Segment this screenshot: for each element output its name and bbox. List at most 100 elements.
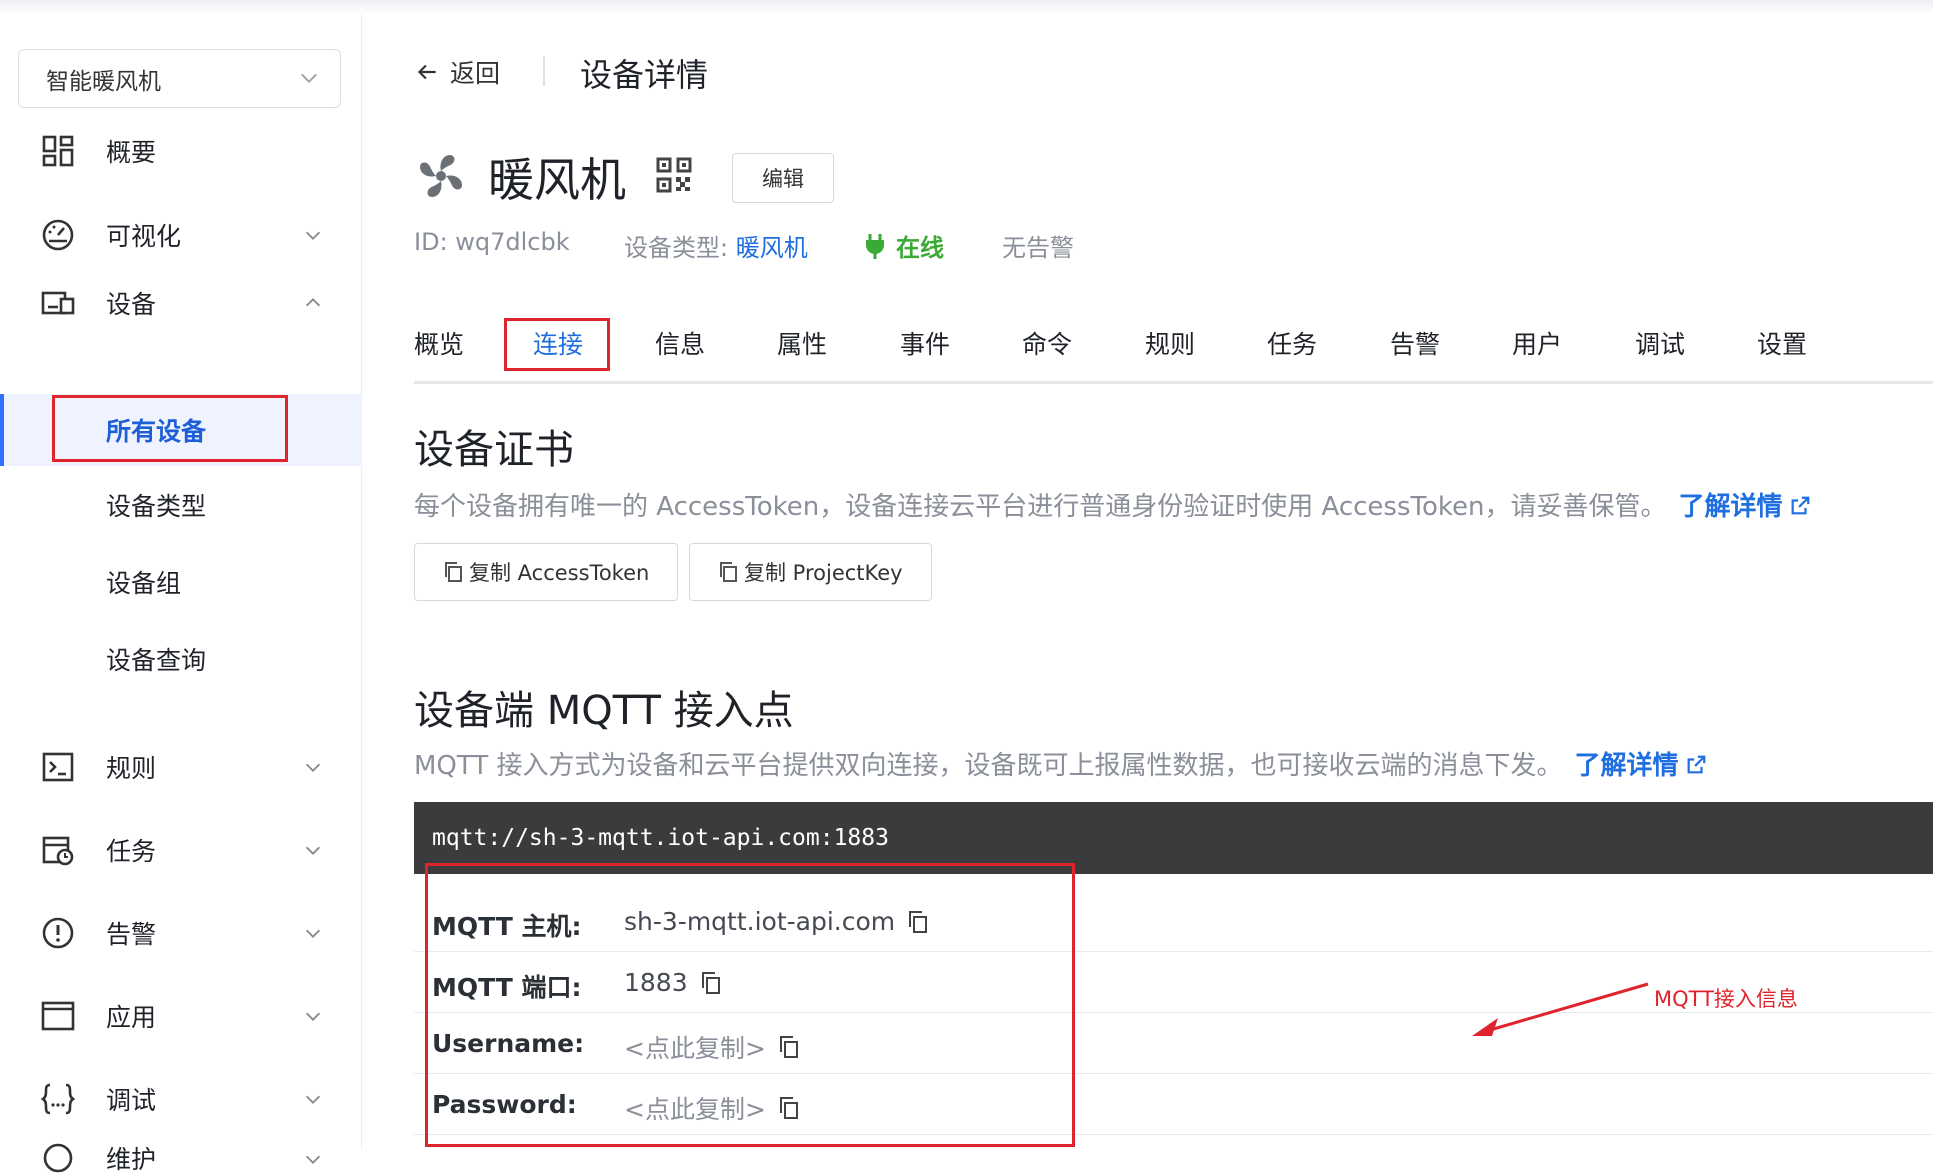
device-type: 设备类型: 暖风机 <box>624 228 808 263</box>
plug-icon <box>866 233 884 259</box>
alert-circle-icon <box>42 917 74 949</box>
chevron-down-icon <box>305 231 321 240</box>
tab-commands[interactable]: 命令 <box>1022 314 1072 384</box>
sidebar-item-rules[interactable]: 规则 <box>0 736 362 798</box>
chevron-up-icon <box>305 298 321 307</box>
highlight-box <box>52 395 288 462</box>
device-type-link[interactable]: 暖风机 <box>736 234 808 262</box>
external-link-icon <box>1687 755 1705 774</box>
chevron-down-icon <box>305 929 321 938</box>
sidebar-item-overview[interactable]: 概要 <box>0 120 362 182</box>
copy-projectkey-button[interactable]: 复制 ProjectKey <box>689 543 932 601</box>
gauge-icon <box>42 219 74 251</box>
chevron-down-icon <box>305 846 321 855</box>
sidebar-item-label: 调试 <box>106 1086 157 1115</box>
copy-icon <box>720 562 737 582</box>
certificate-desc-text: 每个设备拥有唯一的 AccessToken，设备连接云平台进行普通身份验证时使用… <box>414 492 1667 522</box>
project-select[interactable]: 智能暖风机 <box>18 49 341 108</box>
chevron-down-icon <box>301 73 317 83</box>
alarm-status: 无告警 <box>1002 234 1074 262</box>
tab-settings[interactable]: 设置 <box>1757 314 1807 384</box>
sidebar-item-visualize[interactable]: 可视化 <box>0 204 362 266</box>
status-badge: 在线 <box>864 228 944 263</box>
learn-more-link[interactable]: 了解详情 <box>1574 751 1706 781</box>
tab-alarms[interactable]: 告警 <box>1390 314 1440 384</box>
chevron-down-icon <box>305 1012 321 1021</box>
mqtt-description: MQTT 接入方式为设备和云平台提供双向连接，设备既可上报属性数据，也可接收云端… <box>414 745 1707 782</box>
back-button[interactable]: 返回 <box>414 54 500 90</box>
back-label: 返回 <box>450 59 501 88</box>
sidebar-item-label: 任务 <box>106 837 157 866</box>
tab-debug[interactable]: 调试 <box>1635 314 1685 384</box>
sidebar-subitem-label: 设备查询 <box>106 646 207 675</box>
copy-accesstoken-button[interactable]: 复制 AccessToken <box>414 543 679 601</box>
sidebar: 智能暖风机 概要 可视化 设备 所有设备 设备类型 设备组 设备查询 规则 任务 <box>0 14 362 1174</box>
tab-rules[interactable]: 规则 <box>1145 314 1195 384</box>
edit-button[interactable]: 编辑 <box>732 153 834 203</box>
tab-overview[interactable]: 概览 <box>414 314 464 384</box>
tab-bar: 概览 连接 信息 属性 事件 命令 规则 任务 告警 用户 调试 设置 <box>414 314 1933 384</box>
chevron-down-icon <box>305 1095 321 1104</box>
calendar-clock-icon <box>42 836 74 866</box>
device-icon <box>41 291 75 315</box>
sidebar-item-label: 告警 <box>106 920 157 949</box>
sidebar-subitem-label: 设备类型 <box>106 492 207 521</box>
sidebar-subitem-device-groups[interactable]: 设备组 <box>0 546 362 618</box>
learn-more-label: 了解详情 <box>1574 751 1679 781</box>
arrow-left-icon <box>417 64 436 80</box>
sidebar-item-maintain[interactable]: 维护 <box>0 1136 362 1176</box>
sidebar-item-label: 设备 <box>106 290 157 319</box>
sidebar-item-label: 概要 <box>106 138 157 167</box>
device-name: 暖风机 <box>488 153 626 207</box>
tab-info[interactable]: 信息 <box>655 314 705 384</box>
learn-more-label: 了解详情 <box>1678 492 1783 522</box>
tab-users[interactable]: 用户 <box>1512 314 1562 384</box>
sidebar-item-tasks[interactable]: 任务 <box>0 819 362 881</box>
sidebar-item-devices[interactable]: 设备 <box>0 272 362 334</box>
mqtt-desc-text: MQTT 接入方式为设备和云平台提供双向连接，设备既可上报属性数据，也可接收云端… <box>414 751 1563 781</box>
copy-accesstoken-label: 复制 AccessToken <box>469 561 650 585</box>
window-icon <box>41 1001 75 1031</box>
sidebar-item-label: 规则 <box>106 754 157 783</box>
header-divider <box>543 56 545 86</box>
tab-properties[interactable]: 属性 <box>777 314 827 384</box>
highlight-box <box>504 318 610 371</box>
sidebar-item-label: 应用 <box>106 1003 157 1032</box>
highlight-box <box>425 863 1075 1147</box>
annotation-label: MQTT接入信息 <box>1654 987 1798 1011</box>
sidebar-item-apps[interactable]: 应用 <box>0 985 362 1047</box>
active-indicator <box>0 394 4 466</box>
mqtt-title: 设备端 MQTT 接入点 <box>414 688 794 734</box>
terminal-icon <box>42 752 74 782</box>
qr-code-icon[interactable] <box>656 157 692 193</box>
external-link-icon <box>1791 496 1809 515</box>
tab-tasks[interactable]: 任务 <box>1267 314 1317 384</box>
status-text: 在线 <box>896 234 944 262</box>
sidebar-subitem-label: 设备组 <box>106 569 182 598</box>
chevron-down-icon <box>305 1155 321 1164</box>
window-top-edge <box>0 0 1933 14</box>
sidebar-subitem-device-query[interactable]: 设备查询 <box>0 623 362 695</box>
sidebar-subitem-device-types[interactable]: 设备类型 <box>0 469 362 541</box>
dashboard-icon <box>42 135 74 167</box>
code-braces-icon <box>40 1083 76 1115</box>
device-id: ID: wq7dlcbk <box>414 228 570 256</box>
certificate-title: 设备证书 <box>414 427 574 473</box>
sidebar-item-alarms[interactable]: 告警 <box>0 902 362 964</box>
sidebar-item-label: 维护 <box>106 1145 157 1174</box>
copy-projectkey-label: 复制 ProjectKey <box>744 561 903 585</box>
certificate-description: 每个设备拥有唯一的 AccessToken，设备连接云平台进行普通身份验证时使用… <box>414 486 1811 523</box>
device-type-label: 设备类型: <box>624 234 736 262</box>
project-select-value: 智能暖风机 <box>46 68 161 95</box>
chevron-down-icon <box>305 763 321 772</box>
learn-more-link[interactable]: 了解详情 <box>1679 492 1811 522</box>
wrench-icon <box>43 1143 73 1173</box>
sidebar-item-debug[interactable]: 调试 <box>0 1068 362 1130</box>
annotation-arrow-icon <box>1472 982 1649 1036</box>
sidebar-item-label: 可视化 <box>106 222 182 251</box>
copy-icon <box>445 562 462 582</box>
tab-events[interactable]: 事件 <box>900 314 950 384</box>
main-content: 返回 设备详情 暖风机 编辑 ID: wq7dlcbk 设备类型: 暖风机 在线… <box>362 14 1933 1150</box>
fan-icon <box>420 155 462 197</box>
page-title: 设备详情 <box>580 56 709 94</box>
